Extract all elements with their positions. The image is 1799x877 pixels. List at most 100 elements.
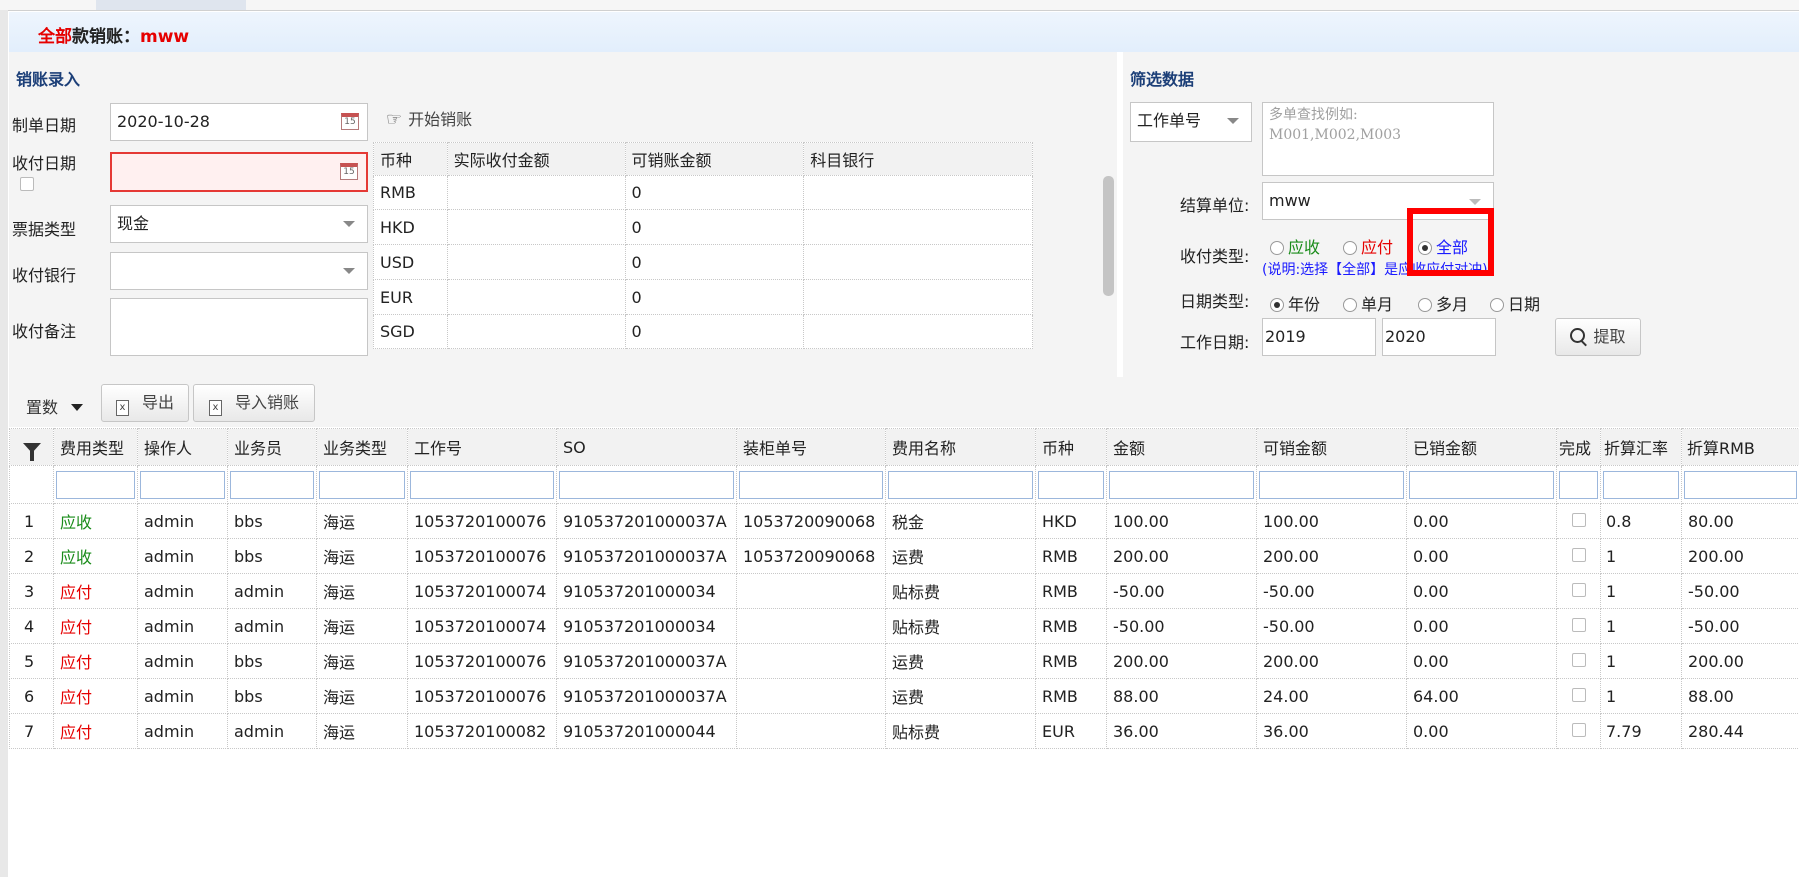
table-row[interactable]: 4 应付 admin admin 海运 1053720100074 910537201000…	[9, 608, 1799, 644]
col-header-rate[interactable]: 折算汇率	[1600, 428, 1682, 466]
col-header-fee-type[interactable]: 费用类型	[53, 428, 138, 466]
column-filter-input[interactable]	[410, 470, 554, 499]
work-date-from-input[interactable]: 2019	[1262, 318, 1376, 356]
column-filter-input[interactable]	[230, 470, 314, 499]
column-filter-input[interactable]	[56, 470, 135, 499]
actual-cell[interactable]	[446, 209, 626, 245]
col-header-so[interactable]: SO	[556, 428, 737, 466]
date-type-year[interactable]: 年份	[1270, 291, 1320, 315]
actual-cell[interactable]	[446, 279, 626, 315]
date-type-month[interactable]: 单月	[1343, 291, 1393, 315]
bank-cell[interactable]	[803, 244, 1033, 280]
filter-column-button[interactable]	[9, 428, 54, 466]
bank-cell[interactable]	[803, 209, 1033, 245]
fetch-button[interactable]: 提取	[1555, 318, 1641, 356]
export-button[interactable]: x 导出	[101, 384, 189, 422]
currency-row[interactable]: EUR 0	[373, 279, 1033, 315]
radio-selected-icon[interactable]	[1270, 298, 1284, 312]
make-date-field[interactable]: 2020-10-28 15	[110, 103, 368, 141]
calendar-icon[interactable]: 15	[341, 113, 359, 130]
table-row[interactable]: 7 应付 admin admin 海运 1053720100082 910537201000…	[9, 713, 1799, 749]
import-writeoff-button[interactable]: x 导入销账	[193, 384, 315, 422]
date-type-date[interactable]: 日期	[1490, 291, 1540, 315]
column-filter-input[interactable]	[1409, 470, 1554, 499]
column-filter-input[interactable]	[1109, 470, 1254, 499]
date-type-months[interactable]: 多月	[1418, 291, 1468, 315]
bank-cell[interactable]	[803, 279, 1033, 315]
work-date-to-input[interactable]: 2020	[1382, 318, 1496, 356]
currency-row[interactable]: RMB 0	[373, 175, 1033, 210]
calendar-icon[interactable]: 15	[340, 163, 358, 180]
bill-type-select[interactable]: 现金	[110, 205, 368, 243]
actual-cell[interactable]	[446, 244, 626, 280]
operator-cell: admin	[137, 713, 228, 749]
actual-cell[interactable]	[446, 314, 626, 349]
column-filter-input[interactable]	[1259, 470, 1404, 499]
done-checkbox[interactable]	[1571, 652, 1586, 667]
done-checkbox[interactable]	[1571, 547, 1586, 562]
col-header-biz-type[interactable]: 业务类型	[316, 428, 408, 466]
col-header-rmb[interactable]: 折算RMB	[1681, 428, 1799, 466]
scrollbar-thumb[interactable]	[1103, 176, 1114, 296]
actual-cell[interactable]	[446, 175, 626, 210]
col-header-job-no[interactable]: 工作号	[407, 428, 557, 466]
pay-date-field[interactable]: 15	[110, 152, 368, 192]
currency-cell: RMB	[1035, 608, 1107, 644]
currency-row[interactable]: SGD 0	[373, 314, 1033, 349]
currency-row[interactable]: USD 0	[373, 244, 1033, 280]
operator-cell: admin	[137, 643, 228, 679]
done-checkbox[interactable]	[1571, 582, 1586, 597]
col-header-sales[interactable]: 业务员	[227, 428, 317, 466]
pay-type-payable[interactable]: 应付	[1343, 234, 1393, 258]
column-filter-input[interactable]	[1559, 470, 1598, 499]
start-writeoff-button[interactable]: ☞ 开始销账	[386, 106, 472, 130]
job-no-cell: 1053720100082	[407, 713, 557, 749]
radio-icon[interactable]	[1418, 298, 1432, 312]
column-filter-input[interactable]	[739, 470, 883, 499]
column-filter-input[interactable]	[1684, 470, 1797, 499]
col-header-amount[interactable]: 金额	[1106, 428, 1257, 466]
radio-icon[interactable]	[1270, 241, 1284, 255]
radio-icon[interactable]	[1343, 298, 1357, 312]
col-header-operator[interactable]: 操作人	[137, 428, 228, 466]
column-filter-input[interactable]	[559, 470, 734, 499]
pay-type-receivable[interactable]: 应收	[1270, 234, 1320, 258]
col-header-fee-name[interactable]: 费用名称	[885, 428, 1036, 466]
column-filter-input[interactable]	[1603, 470, 1679, 499]
currency-scrollbar[interactable]	[1101, 170, 1115, 360]
multi-order-textarea[interactable]: 多单查找例如: M001,M002,M003	[1262, 102, 1494, 176]
table-row[interactable]: 3 应付 admin admin 海运 1053720100074 910537201000…	[9, 573, 1799, 609]
col-header-written-amount[interactable]: 已销金额	[1406, 428, 1557, 466]
filter-funnel-icon[interactable]	[22, 443, 41, 461]
pay-date-checkbox[interactable]	[20, 177, 34, 191]
col-header-done[interactable]: 完成	[1556, 428, 1601, 466]
currency-cell: EUR	[373, 279, 448, 315]
table-row[interactable]: 2 应收 admin bbs 海运 1053720100076 91053720100003…	[9, 538, 1799, 574]
col-header-currency[interactable]: 币种	[1035, 428, 1107, 466]
filter-field-select[interactable]: 工作单号	[1130, 102, 1252, 142]
bank-select[interactable]	[110, 252, 368, 290]
bank-cell[interactable]	[803, 175, 1033, 210]
done-checkbox[interactable]	[1571, 617, 1586, 632]
done-checkbox[interactable]	[1571, 512, 1586, 527]
currency-row[interactable]: HKD 0	[373, 209, 1033, 245]
column-filter-input[interactable]	[888, 470, 1033, 499]
reset-dropdown[interactable]: 置数	[26, 394, 84, 418]
radio-icon[interactable]	[1490, 298, 1504, 312]
col-header-writeoff-amount[interactable]: 可销金额	[1256, 428, 1407, 466]
table-row[interactable]: 1 应收 admin bbs 海运 1053720100076 91053720100003…	[9, 503, 1799, 539]
active-tab[interactable]	[96, 0, 246, 10]
column-filter-input[interactable]	[319, 470, 405, 499]
done-checkbox[interactable]	[1571, 687, 1586, 702]
remark-textarea[interactable]	[110, 298, 368, 356]
column-filter-input[interactable]	[1038, 470, 1104, 499]
radio-icon[interactable]	[1343, 241, 1357, 255]
done-checkbox[interactable]	[1571, 722, 1586, 737]
col-header-container-no[interactable]: 装柜单号	[736, 428, 886, 466]
column-filter-input[interactable]	[140, 470, 225, 499]
sales-cell: admin	[227, 713, 317, 749]
table-row[interactable]: 6 应付 admin bbs 海运 1053720100076 91053720100003…	[9, 678, 1799, 714]
table-row[interactable]: 5 应付 admin bbs 海运 1053720100076 91053720100003…	[9, 643, 1799, 679]
bank-cell[interactable]	[803, 314, 1033, 349]
sales-cell: bbs	[227, 678, 317, 714]
